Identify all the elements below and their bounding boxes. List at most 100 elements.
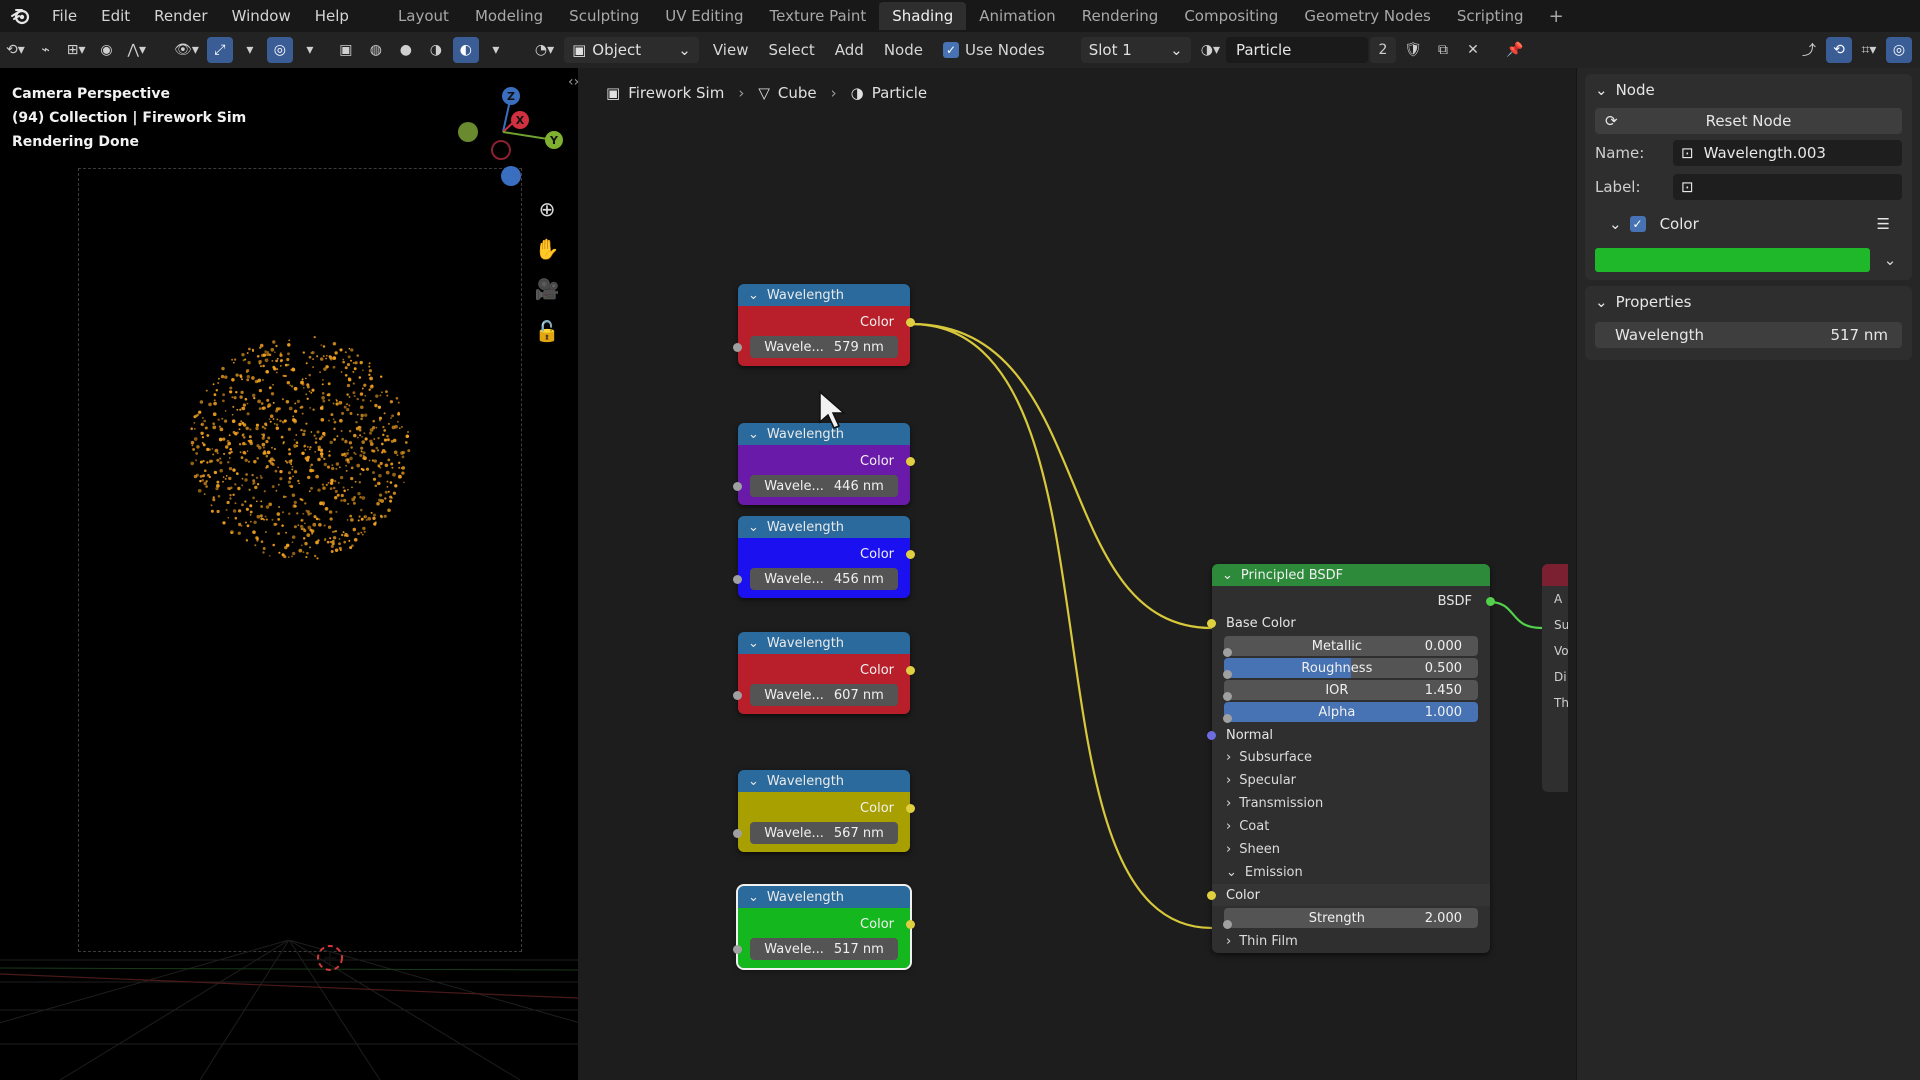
editor-type-icon[interactable]: ◔▾: [531, 37, 558, 63]
color-dropdown-icon[interactable]: ⌄: [1878, 251, 1902, 269]
principled-bsdf-node[interactable]: ⌄ Principled BSDF BSDF Base Color Metalli…: [1207, 564, 1495, 953]
tab-sculpting[interactable]: Sculpting: [556, 2, 652, 30]
unlink-material-icon[interactable]: ✕: [1460, 37, 1486, 63]
rendered-shading-icon[interactable]: ◐: [452, 37, 479, 63]
shader-node-editor[interactable]: ‹› ▣ Firework Sim › ▽ Cube › ◑ Particle …: [568, 68, 1568, 1080]
metallic-slider[interactable]: Metallic 0.000: [1223, 636, 1478, 657]
input-socket-icon[interactable]: [733, 945, 742, 954]
menu-view[interactable]: View: [703, 41, 759, 59]
input-socket-icon[interactable]: [733, 829, 742, 838]
wavelength-node[interactable]: ⌄ Wavelength Color Wavele... 446 nm: [733, 423, 915, 505]
tab-uv-editing[interactable]: UV Editing: [652, 2, 756, 30]
tab-texture-paint[interactable]: Texture Paint: [756, 2, 879, 30]
input-socket-icon[interactable]: [733, 575, 742, 584]
wavelength-node[interactable]: ⌄ Wavelength Color Wavele... 456 nm: [733, 516, 915, 598]
input-socket-icon[interactable]: [1223, 713, 1232, 723]
menu-help[interactable]: Help: [303, 0, 361, 32]
transform-orientation-icon[interactable]: ⟲▾: [2, 37, 29, 63]
zoom-icon[interactable]: ⊕: [530, 192, 564, 226]
slot-dropdown[interactable]: Slot 1 ⌄: [1080, 37, 1191, 63]
coat-section[interactable]: › Coat: [1212, 815, 1490, 838]
tab-shading[interactable]: Shading: [879, 2, 967, 30]
navigation-gizmo[interactable]: Z X Y: [448, 82, 574, 202]
collapse-chevron-icon[interactable]: ⌄: [748, 890, 759, 905]
wavelength-node[interactable]: ⌄ Wavelength Color Wavele... 579 nm: [733, 284, 915, 366]
wavelength-field[interactable]: Wavele... 579 nm: [733, 336, 898, 358]
color-socket-icon[interactable]: [906, 457, 915, 466]
node-header[interactable]: ⌄ Principled BSDF: [1212, 564, 1490, 586]
3d-viewport[interactable]: Camera Perspective (94) Collection | Fir…: [0, 68, 578, 1080]
shading-menu-icon[interactable]: ▾: [483, 37, 509, 63]
node-header[interactable]: ⌄ Wavelength: [738, 886, 910, 908]
node-name-input[interactable]: ⊡ Wavelength.003: [1673, 140, 1902, 166]
proportional-edit-icon[interactable]: ◉: [94, 37, 120, 63]
duplicate-material-icon[interactable]: ⧉: [1430, 37, 1456, 63]
node-header[interactable]: ⌄ Wavelength: [738, 284, 910, 306]
visibility-icon[interactable]: 👁▾: [170, 37, 203, 63]
input-socket-icon[interactable]: [733, 691, 742, 700]
lock-camera-icon[interactable]: 🔓: [530, 314, 564, 348]
node-label-input[interactable]: ⊡: [1673, 174, 1902, 200]
use-nodes-toggle[interactable]: ✓ Use Nodes: [933, 41, 1055, 59]
xray-icon[interactable]: ▣: [333, 37, 359, 63]
sheen-section[interactable]: › Sheen: [1212, 838, 1490, 861]
roughness-slider[interactable]: Roughness 0.500: [1223, 658, 1478, 679]
material-browse-icon[interactable]: ◑▾: [1197, 37, 1224, 63]
tab-animation[interactable]: Animation: [966, 2, 1068, 30]
transmission-section[interactable]: › Transmission: [1212, 792, 1490, 815]
tab-layout[interactable]: Layout: [385, 2, 462, 30]
material-users-count[interactable]: 2: [1369, 37, 1396, 63]
color-socket-icon[interactable]: [906, 920, 915, 929]
blender-logo-icon[interactable]: [0, 7, 40, 25]
color-socket-icon[interactable]: [906, 666, 915, 675]
wavelength-node[interactable]: ⌄ Wavelength Color Wavele... 607 nm: [733, 632, 915, 714]
collapse-chevron-icon[interactable]: ⌄: [748, 520, 759, 535]
subsurface-section[interactable]: › Subsurface: [1212, 746, 1490, 769]
wavelength-property-field[interactable]: Wavelength 517 nm: [1595, 322, 1902, 348]
input-socket-icon[interactable]: [733, 343, 742, 352]
camera-view-icon[interactable]: 🎥: [530, 272, 564, 306]
wireframe-shading-icon[interactable]: ◍: [363, 37, 389, 63]
gizmo-menu-icon[interactable]: ▾: [237, 37, 263, 63]
tab-compositing[interactable]: Compositing: [1171, 2, 1291, 30]
overlay-menu-icon[interactable]: ▾: [297, 37, 323, 63]
material-name-field[interactable]: Particle: [1225, 37, 1368, 63]
color-socket-icon[interactable]: [906, 804, 915, 813]
node-header[interactable]: ⌄ Wavelength: [738, 632, 910, 654]
menu-select[interactable]: Select: [758, 41, 824, 59]
snap-menu-icon[interactable]: ⌗▾: [1856, 37, 1882, 63]
tab-rendering[interactable]: Rendering: [1069, 2, 1172, 30]
snap-target-icon[interactable]: ⊞▾: [63, 37, 90, 63]
wavelength-node[interactable]: ⌄ Wavelength Color Wavele... 567 nm: [733, 770, 915, 852]
input-socket-icon[interactable]: [1223, 647, 1232, 657]
node-color-swatch[interactable]: [1595, 248, 1870, 272]
alpha-slider[interactable]: Alpha 1.000: [1223, 702, 1478, 723]
input-socket-icon[interactable]: [1223, 919, 1232, 929]
properties-panel-header[interactable]: ⌄ Properties: [1585, 286, 1912, 318]
menu-add[interactable]: Add: [825, 41, 874, 59]
snap-icon[interactable]: ⌁: [33, 37, 59, 63]
falloff-icon[interactable]: ⋀▾: [124, 37, 151, 63]
wavelength-field[interactable]: Wavele... 567 nm: [733, 822, 898, 844]
add-workspace-button[interactable]: +: [1537, 6, 1576, 27]
shader-socket-icon[interactable]: [1486, 597, 1495, 606]
material-output-node[interactable]: A Su Vo Di Th: [1542, 564, 1568, 792]
wavelength-node-selected[interactable]: ⌄ Wavelength Color Wavele... 517 nm: [733, 884, 915, 970]
solid-shading-icon[interactable]: ●: [393, 37, 419, 63]
input-socket-icon[interactable]: [1223, 669, 1232, 679]
wavelength-field[interactable]: Wavele... 607 nm: [733, 684, 898, 706]
gizmo-toggle-icon[interactable]: ⤢: [206, 37, 233, 63]
reset-node-button[interactable]: ⟳ Reset Node: [1595, 108, 1902, 134]
input-socket-icon[interactable]: [733, 482, 742, 491]
list-icon[interactable]: ☰: [1877, 215, 1890, 233]
collapse-chevron-icon[interactable]: ⌄: [748, 774, 759, 789]
menu-window[interactable]: Window: [220, 0, 303, 32]
collapse-chevron-icon[interactable]: ⌄: [748, 288, 759, 303]
collapse-chevron-icon[interactable]: ⌄: [748, 636, 759, 651]
color-socket-icon[interactable]: [906, 550, 915, 559]
menu-edit[interactable]: Edit: [89, 0, 142, 32]
collapse-chevron-icon[interactable]: ⌄: [1222, 568, 1233, 583]
tab-scripting[interactable]: Scripting: [1444, 2, 1537, 30]
menu-render[interactable]: Render: [142, 0, 219, 32]
menu-node[interactable]: Node: [874, 41, 933, 59]
